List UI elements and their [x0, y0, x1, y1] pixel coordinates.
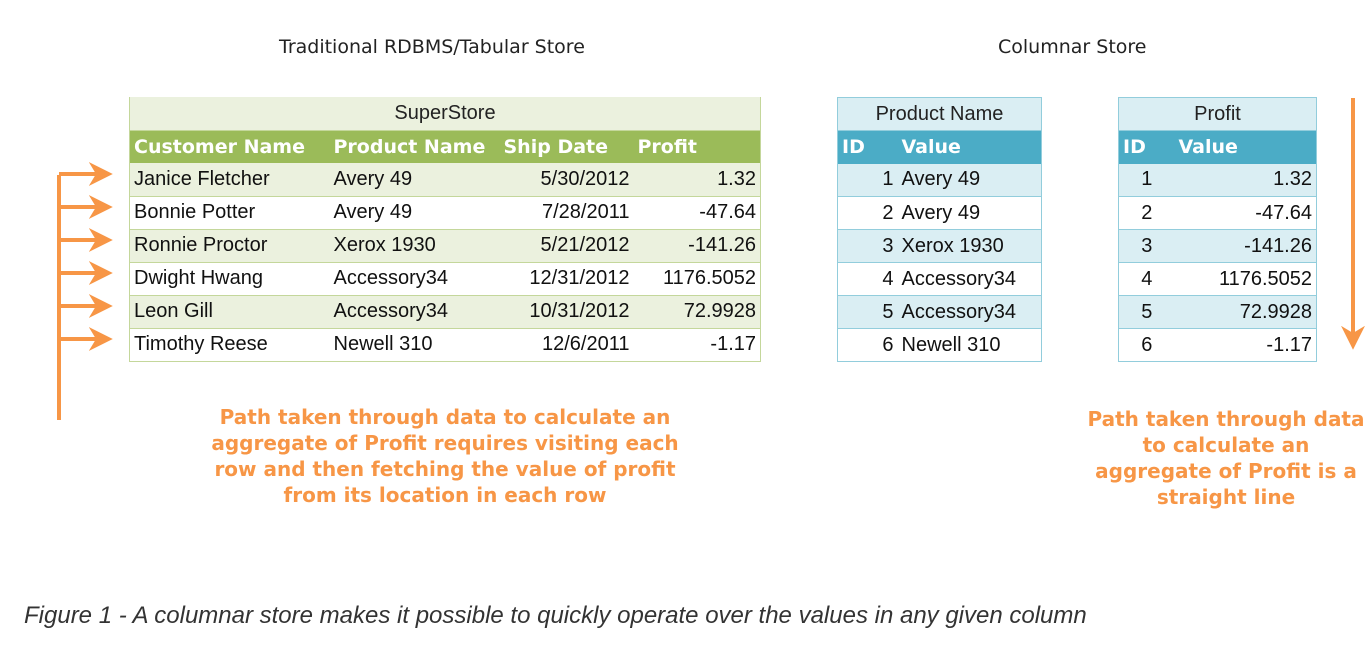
cell-product: Xerox 1930 [329, 229, 500, 263]
cell-id: 6 [837, 328, 898, 362]
table-row: Dwight Hwang Accessory34 12/31/2012 1176… [129, 262, 761, 296]
cell-profit: -47.64 [633, 196, 761, 230]
header-product-name: Product Name [329, 130, 500, 163]
table-row: Janice Fletcher Avery 49 5/30/2012 1.32 [129, 163, 761, 197]
cell-customer: Bonnie Potter [129, 196, 330, 230]
table-row: Bonnie Potter Avery 49 7/28/2011 -47.64 [129, 196, 761, 230]
table-row: 2 Avery 49 [837, 196, 1042, 230]
table-row: Leon Gill Accessory34 10/31/2012 72.9928 [129, 295, 761, 329]
superstore-title: SuperStore [129, 97, 761, 131]
table-row: Timothy Reese Newell 310 12/6/2011 -1.17 [129, 328, 761, 362]
cell-customer: Leon Gill [129, 295, 330, 329]
cell-id: 1 [1118, 163, 1175, 197]
cell-id: 4 [837, 262, 898, 296]
cell-value: -47.64 [1174, 196, 1317, 230]
cell-customer: Dwight Hwang [129, 262, 330, 296]
table-row: 1 Avery 49 [837, 163, 1042, 197]
header-profit: Profit [633, 130, 761, 163]
table-row: 4 Accessory34 [837, 262, 1042, 296]
cell-customer: Janice Fletcher [129, 163, 330, 197]
header-value: Value [1174, 130, 1317, 164]
table-row: 2 -47.64 [1118, 196, 1317, 230]
table-row: 4 1176.5052 [1118, 262, 1317, 296]
cell-value: Newell 310 [897, 328, 1042, 362]
header-ship-date: Ship Date [499, 130, 634, 163]
column-store-path-note: Path taken through data to calculate an … [1087, 407, 1365, 509]
cell-product: Avery 49 [329, 196, 500, 230]
header-customer-name: Customer Name [129, 130, 330, 163]
table-row: 6 Newell 310 [837, 328, 1042, 362]
cell-ship-date: 12/6/2011 [499, 328, 634, 362]
cell-id: 4 [1118, 262, 1175, 296]
cell-customer: Timothy Reese [129, 328, 330, 362]
cell-value: -1.17 [1174, 328, 1317, 362]
cell-value: Avery 49 [897, 163, 1042, 197]
cell-value: Avery 49 [897, 196, 1042, 230]
table-row: 3 Xerox 1930 [837, 229, 1042, 263]
table-row: 5 Accessory34 [837, 295, 1042, 329]
cell-value: Accessory34 [897, 262, 1042, 296]
row-store-path-note: Path taken through data to calculate an … [211, 405, 679, 507]
cell-id: 5 [1118, 295, 1175, 329]
table-row: 1 1.32 [1118, 163, 1317, 197]
cell-value: 72.9928 [1174, 295, 1317, 329]
table-row: 5 72.9928 [1118, 295, 1317, 329]
product-column-title: Product Name [837, 97, 1042, 131]
cell-ship-date: 5/30/2012 [499, 163, 634, 197]
cell-id: 3 [1118, 229, 1175, 263]
cell-product: Accessory34 [329, 295, 500, 329]
superstore-table: SuperStore Customer Name Product Name Sh… [129, 97, 761, 362]
cell-value: Accessory34 [897, 295, 1042, 329]
table-row: 6 -1.17 [1118, 328, 1317, 362]
cell-id: 1 [837, 163, 898, 197]
cell-ship-date: 7/28/2011 [499, 196, 634, 230]
profit-column-title: Profit [1118, 97, 1317, 131]
cell-value: 1.32 [1174, 163, 1317, 197]
figure-caption: Figure 1 - A columnar store makes it pos… [24, 602, 1087, 629]
header-id: ID [837, 130, 898, 164]
cell-profit: -141.26 [633, 229, 761, 263]
cell-value: Xerox 1930 [897, 229, 1042, 263]
cell-product: Accessory34 [329, 262, 500, 296]
cell-ship-date: 10/31/2012 [499, 295, 634, 329]
cell-customer: Ronnie Proctor [129, 229, 330, 263]
cell-profit: 72.9928 [633, 295, 761, 329]
header-id: ID [1118, 130, 1175, 164]
cell-profit: -1.17 [633, 328, 761, 362]
header-value: Value [897, 130, 1042, 164]
cell-profit: 1176.5052 [633, 262, 761, 296]
cell-id: 6 [1118, 328, 1175, 362]
cell-id: 3 [837, 229, 898, 263]
table-row: Ronnie Proctor Xerox 1930 5/21/2012 -141… [129, 229, 761, 263]
cell-product: Newell 310 [329, 328, 500, 362]
table-row: 3 -141.26 [1118, 229, 1317, 263]
product-name-column-table: Product Name ID Value 1 Avery 49 2 Avery… [837, 97, 1042, 362]
cell-value: -141.26 [1174, 229, 1317, 263]
cell-id: 5 [837, 295, 898, 329]
cell-value: 1176.5052 [1174, 262, 1317, 296]
cell-id: 2 [837, 196, 898, 230]
cell-ship-date: 5/21/2012 [499, 229, 634, 263]
cell-profit: 1.32 [633, 163, 761, 197]
profit-column-table: Profit ID Value 1 1.32 2 -47.64 3 -141.2… [1118, 97, 1317, 362]
cell-id: 2 [1118, 196, 1175, 230]
cell-ship-date: 12/31/2012 [499, 262, 634, 296]
cell-product: Avery 49 [329, 163, 500, 197]
